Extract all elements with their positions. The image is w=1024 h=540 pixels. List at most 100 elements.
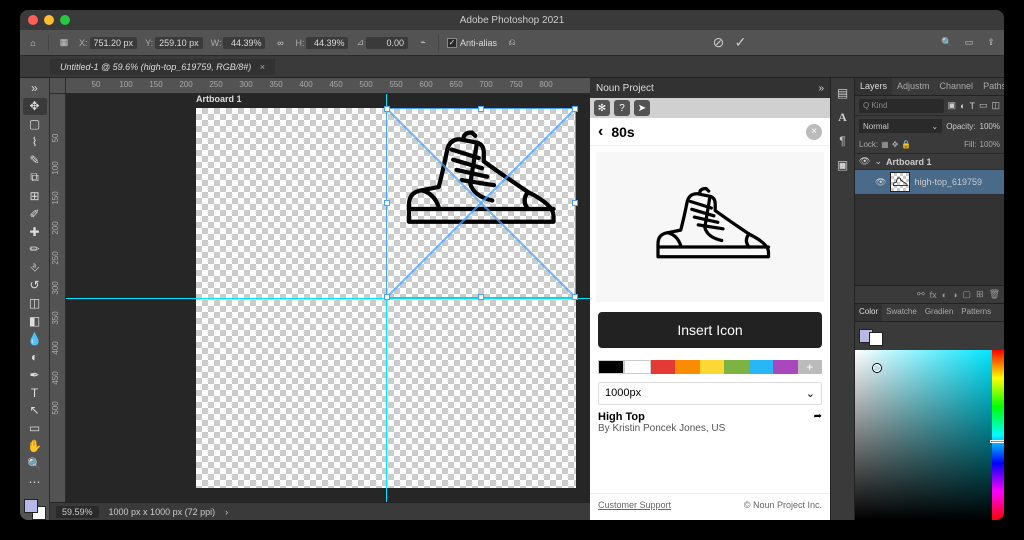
visibility-toggle-icon[interactable]: 👁 (875, 177, 886, 188)
transform-handle-bl[interactable] (384, 294, 390, 300)
zoom-tool[interactable]: 🔍 (23, 456, 47, 473)
shape-tool[interactable]: ▭ (23, 420, 47, 437)
doc-info[interactable]: 1000 px x 1000 px (72 ppi) (109, 507, 216, 517)
artboard-expand-icon[interactable]: ⌄ (874, 156, 882, 167)
artboard-layer-row[interactable]: 👁 ⌄ Artboard 1 (855, 154, 1004, 170)
saturation-value-field[interactable] (855, 350, 992, 520)
path-tool[interactable]: ↖ (23, 402, 47, 419)
transform-ref-icon[interactable]: ▦ (57, 36, 71, 50)
swatch-orange[interactable] (675, 360, 699, 374)
new-fill-icon[interactable]: ◑ (952, 290, 957, 300)
layer-mask-icon[interactable]: ◐ (942, 290, 947, 300)
angle-value[interactable]: 0.00 (366, 37, 408, 49)
hand-tool[interactable]: ✋ (23, 438, 47, 455)
link-layers-icon[interactable]: ⚯ (917, 289, 925, 300)
tab-gradients[interactable]: Gradien (921, 304, 957, 321)
transform-handle-bm[interactable] (478, 294, 484, 300)
blur-tool[interactable]: 💧 (23, 330, 47, 347)
statusbar-chevron-icon[interactable]: › (225, 507, 228, 517)
swatch-purple[interactable] (773, 360, 797, 374)
zoom-level[interactable]: 59.59% (56, 506, 99, 518)
fill-value[interactable]: 100% (980, 140, 1000, 149)
hue-slider[interactable] (992, 350, 1004, 520)
filter-smart-icon[interactable]: ◫ (991, 100, 1000, 111)
horizontal-ruler[interactable]: 50 100 150 200 250 300 350 400 450 500 5… (50, 78, 590, 94)
color-picker[interactable] (855, 350, 1004, 520)
home-icon[interactable]: ⌂ (26, 36, 40, 50)
expand-tools-icon[interactable]: » (23, 80, 47, 97)
tab-color[interactable]: Color (855, 304, 882, 321)
opacity-value[interactable]: 100% (980, 122, 1000, 131)
filter-image-icon[interactable]: ▣ (948, 100, 957, 111)
filter-adjust-icon[interactable]: ◐ (960, 101, 965, 111)
workspace-icon[interactable]: ▭ (962, 36, 976, 50)
quickselect-tool[interactable]: ✎ (23, 152, 47, 169)
marquee-tool[interactable]: ▢ (23, 116, 47, 133)
gradient-tool[interactable]: ◧ (23, 313, 47, 330)
brush-tool[interactable]: ✏ (23, 241, 47, 258)
ruler-origin[interactable] (50, 78, 66, 94)
swatch-blue[interactable] (749, 360, 773, 374)
transform-handle-tl[interactable] (384, 106, 390, 112)
eyedropper-tool[interactable]: ✐ (23, 205, 47, 222)
new-group-icon[interactable]: ▢ (963, 289, 972, 300)
tab-layers[interactable]: Layers (855, 78, 892, 95)
swatch-white[interactable] (624, 360, 650, 374)
commit-transform-icon[interactable]: ✓ (734, 36, 748, 50)
add-swatch-icon[interactable]: + (798, 360, 822, 374)
transform-handle-tm[interactable] (478, 106, 484, 112)
swatch-green[interactable] (724, 360, 748, 374)
libraries-panel-icon[interactable]: ▣ (834, 156, 852, 174)
customer-support-link[interactable]: Customer Support (598, 500, 671, 510)
character-panel-icon[interactable]: A (834, 108, 852, 126)
send-icon[interactable]: ➦ (814, 411, 822, 422)
pen-tool[interactable]: ✒ (23, 366, 47, 383)
edit-toolbar-icon[interactable]: ⋯ (23, 474, 47, 491)
crop-tool[interactable]: ⧉ (23, 169, 47, 186)
artboard-label[interactable]: Artboard 1 (196, 94, 242, 104)
delete-layer-icon[interactable]: 🗑 (989, 289, 1000, 300)
filter-shape-icon[interactable]: ▭ (979, 100, 988, 111)
layer-thumbnail[interactable] (890, 172, 910, 192)
lock-pixels-icon[interactable]: ▦ (881, 140, 889, 149)
blend-mode-select[interactable]: Normal⌄ (859, 119, 942, 133)
properties-panel-icon[interactable]: ▤ (834, 84, 852, 102)
cancel-transform-icon[interactable]: ⊘ (712, 36, 726, 50)
lock-all-icon[interactable]: 🔒 (901, 140, 911, 149)
noun-project-tab[interactable]: Noun Project (596, 83, 654, 94)
history-brush-tool[interactable]: ↺ (23, 277, 47, 294)
link-wh-icon[interactable]: ∞ (273, 36, 287, 50)
frame-tool[interactable]: ⊞ (23, 187, 47, 204)
antialias-checkbox[interactable]: ✓Anti-alias (447, 38, 497, 48)
transform-handle-tr[interactable] (572, 106, 578, 112)
w-value[interactable]: 44.39% (223, 37, 265, 49)
layer-filter-input[interactable]: Q Kind (859, 99, 944, 113)
plugin-settings-icon[interactable]: ✻ (594, 100, 610, 116)
new-layer-icon[interactable]: ⊞ (976, 289, 984, 300)
search-icon[interactable]: 🔍 (940, 36, 954, 50)
panel-collapse-icon[interactable]: » (818, 83, 824, 94)
tab-swatches[interactable]: Swatche (882, 304, 921, 321)
h-value[interactable]: 44.39% (306, 37, 348, 49)
share-icon[interactable]: ⇪ (984, 36, 998, 50)
warp-icon[interactable]: ⎌ (505, 36, 519, 50)
interpolation-icon[interactable]: ⌁ (416, 36, 430, 50)
transform-handle-br[interactable] (572, 294, 578, 300)
type-tool[interactable]: T (23, 384, 47, 401)
color-swatch-tool[interactable] (24, 499, 46, 520)
swatch-red[interactable] (651, 360, 675, 374)
eraser-tool[interactable]: ◫ (23, 295, 47, 312)
lasso-tool[interactable]: ⌇ (23, 134, 47, 151)
heal-tool[interactable]: ✚ (23, 223, 47, 240)
layer-fx-icon[interactable]: fx (930, 290, 937, 300)
lock-position-icon[interactable]: ✥ (892, 140, 899, 149)
plugin-help-icon[interactable]: ? (614, 100, 630, 116)
swatch-black[interactable] (598, 360, 624, 374)
tab-adjustments[interactable]: Adjustm (892, 78, 935, 95)
canvas-viewport[interactable]: Artboard 1 (66, 94, 590, 502)
search-term[interactable]: 80s (611, 124, 634, 140)
clear-search-icon[interactable]: × (806, 124, 822, 140)
tab-channels[interactable]: Channel (935, 78, 979, 95)
back-icon[interactable]: ‹ (598, 123, 603, 141)
tab-paths[interactable]: Paths (978, 78, 1004, 95)
